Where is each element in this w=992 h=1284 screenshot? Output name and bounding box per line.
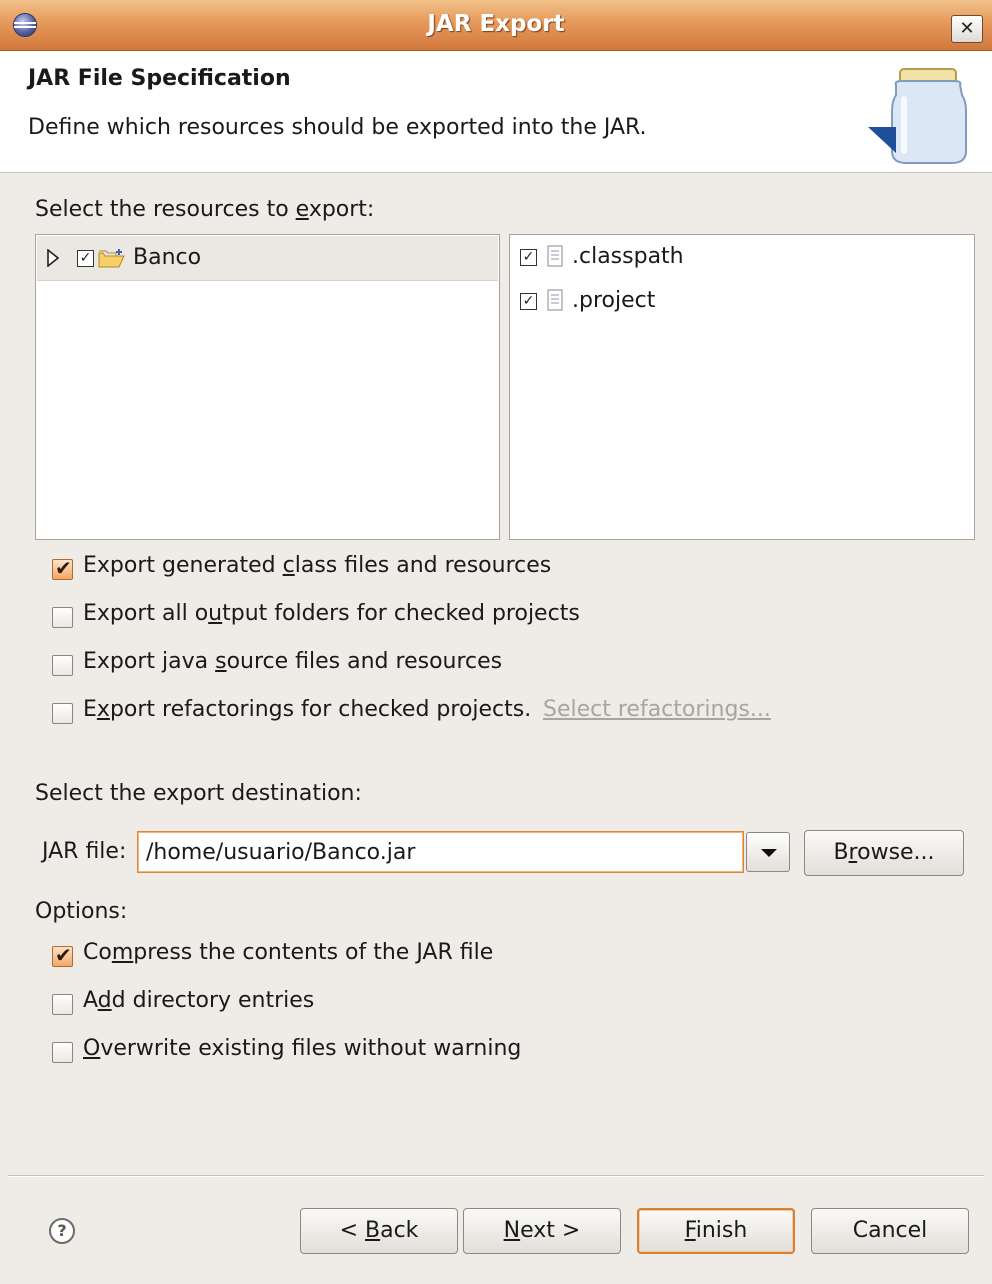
export-output-folders-option[interactable]: Export all output folders for checked pr… — [50, 601, 650, 635]
jar-file-input[interactable]: /home/usuario/Banco.jar — [137, 831, 744, 873]
window-title: JAR Export — [427, 11, 565, 37]
cancel-button[interactable]: Cancel — [811, 1208, 969, 1254]
option-label: Add directory entries — [83, 988, 315, 1013]
export-output-folders-checkbox[interactable] — [52, 607, 73, 628]
export-refactorings-checkbox[interactable] — [52, 703, 73, 724]
export-source-files-checkbox[interactable] — [52, 655, 73, 676]
wizard-header: JAR File Specification Define which reso… — [0, 51, 992, 173]
add-directory-entries-option[interactable]: Add directory entries — [50, 988, 650, 1022]
jar-file-label: JAR file: — [42, 839, 127, 864]
project-folder-icon — [98, 249, 125, 268]
back-button[interactable]: < Back — [300, 1208, 458, 1254]
options-label: Options: — [35, 899, 128, 924]
file-icon — [547, 245, 563, 267]
close-button[interactable]: ✕ — [951, 15, 983, 43]
destination-label: Select the export destination: — [35, 781, 362, 806]
option-label: Export generated class files and resourc… — [83, 553, 552, 578]
file-icon — [547, 289, 563, 311]
resource-tree[interactable]: ✓ Banco — [35, 234, 500, 540]
file-label: .classpath — [572, 244, 684, 269]
banco-checkbox[interactable]: ✓ — [77, 250, 94, 267]
compress-checkbox[interactable] — [52, 943, 73, 967]
compress-option[interactable]: Compress the contents of the JAR file — [50, 940, 650, 974]
option-label: Export refactorings for checked projects… — [83, 697, 532, 722]
project-checkbox[interactable]: ✓ — [520, 293, 537, 310]
help-icon[interactable]: ? — [49, 1218, 75, 1244]
option-label: Compress the contents of the JAR file — [83, 940, 494, 965]
page-title: JAR File Specification — [28, 66, 291, 91]
overwrite-checkbox[interactable] — [52, 1042, 73, 1063]
file-label: .project — [572, 288, 656, 313]
close-icon: ✕ — [959, 18, 975, 39]
finish-button[interactable]: Finish — [637, 1208, 795, 1254]
title-bar[interactable]: JAR Export ✕ — [0, 0, 992, 51]
add-directory-entries-checkbox[interactable] — [52, 994, 73, 1015]
list-item[interactable]: ✓ .classpath — [510, 235, 974, 279]
overwrite-option[interactable]: Overwrite existing files without warning — [50, 1036, 650, 1070]
classpath-checkbox[interactable]: ✓ — [520, 249, 537, 266]
footer-separator — [8, 1175, 984, 1177]
expand-arrow-icon[interactable] — [47, 249, 59, 267]
export-source-files-option[interactable]: Export java source files and resources — [50, 649, 650, 683]
resource-file-list[interactable]: ✓ .classpath ✓ .project — [509, 234, 975, 540]
select-refactorings-link[interactable]: Select refactorings... — [543, 697, 771, 722]
next-button[interactable]: Next > — [463, 1208, 621, 1254]
export-class-files-option[interactable]: Export generated class files and resourc… — [50, 553, 650, 587]
export-class-files-checkbox[interactable] — [52, 556, 73, 580]
export-refactorings-option[interactable]: Export refactorings for checked projects… — [50, 697, 540, 731]
page-description: Define which resources should be exporte… — [28, 115, 647, 140]
jar-icon — [868, 68, 967, 164]
option-label: Overwrite existing files without warning — [83, 1036, 522, 1061]
option-label: Export all output folders for checked pr… — [83, 601, 580, 626]
browse-button[interactable]: Browse... — [804, 830, 964, 876]
option-label: Export java source files and resources — [83, 649, 503, 674]
list-item[interactable]: ✓ .project — [510, 279, 974, 323]
jar-file-dropdown-button[interactable] — [746, 832, 790, 872]
resources-label: Select the resources to export: — [35, 197, 375, 222]
tree-item-banco[interactable]: ✓ Banco — [37, 236, 498, 281]
tree-item-label: Banco — [133, 245, 202, 270]
